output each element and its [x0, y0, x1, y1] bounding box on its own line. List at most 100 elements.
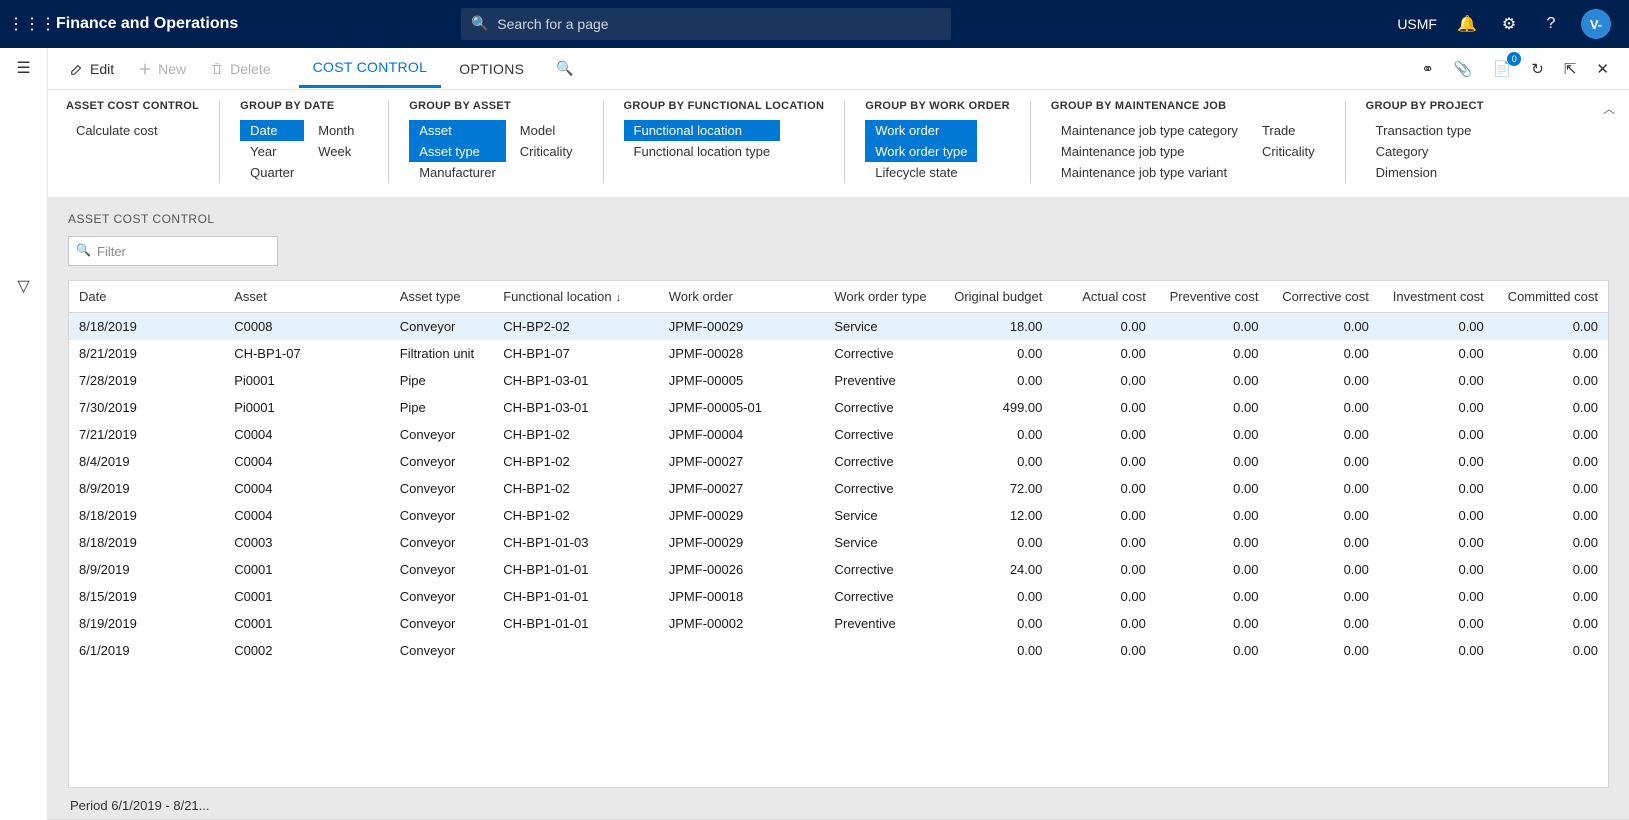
cell-actual: 0.00 — [1052, 475, 1155, 502]
group-mjtc-button[interactable]: Maintenance job type category — [1051, 120, 1248, 141]
cell-actual: 0.00 — [1052, 394, 1155, 421]
cell-committed: 0.00 — [1494, 421, 1608, 448]
col-preventive-cost[interactable]: Preventive cost — [1156, 281, 1269, 313]
group-criticality-mj-button[interactable]: Criticality — [1252, 141, 1325, 162]
cell-wo: JPMF-00029 — [659, 529, 825, 556]
cell-wo_type: Preventive — [824, 610, 940, 637]
waffle-icon[interactable]: ⋮⋮⋮ — [8, 14, 48, 34]
cell-corrective: 0.00 — [1268, 367, 1378, 394]
link-icon[interactable]: ⚭ — [1413, 54, 1442, 84]
group-date-button[interactable]: Date — [240, 120, 304, 141]
cell-corrective: 0.00 — [1268, 448, 1378, 475]
cell-investment: 0.00 — [1379, 367, 1494, 394]
table-row[interactable]: 8/9/2019C0001ConveyorCH-BP1-01-01JPMF-00… — [69, 556, 1608, 583]
col-actual-cost[interactable]: Actual cost — [1052, 281, 1155, 313]
group-year-button[interactable]: Year — [240, 141, 304, 162]
tab-options[interactable]: OPTIONS — [445, 51, 538, 87]
group-trade-button[interactable]: Trade — [1252, 120, 1325, 141]
gear-icon[interactable]: ⚙ — [1497, 14, 1521, 34]
table-row[interactable]: 6/1/2019C0002Conveyor0.000.000.000.000.0… — [69, 637, 1608, 664]
group-asset-type-button[interactable]: Asset type — [409, 141, 506, 162]
close-icon[interactable]: ✕ — [1588, 54, 1617, 84]
group-asset-button[interactable]: Asset — [409, 120, 506, 141]
cell-orig_budget: 0.00 — [940, 610, 1052, 637]
table-row[interactable]: 7/21/2019C0004ConveyorCH-BP1-02JPMF-0000… — [69, 421, 1608, 448]
cell-investment: 0.00 — [1379, 637, 1494, 664]
table-row[interactable]: 7/28/2019Pi0001PipeCH-BP1-03-01JPMF-0000… — [69, 367, 1608, 394]
cell-corrective: 0.00 — [1268, 394, 1378, 421]
hamburger-icon[interactable]: ☰ — [16, 58, 30, 78]
col-asset-type[interactable]: Asset type — [390, 281, 493, 313]
table-row[interactable]: 8/4/2019C0004ConveyorCH-BP1-02JPMF-00027… — [69, 448, 1608, 475]
table-row[interactable]: 8/19/2019C0001ConveyorCH-BP1-01-01JPMF-0… — [69, 610, 1608, 637]
cell-investment: 0.00 — [1379, 340, 1494, 367]
office-icon[interactable]: 📎 — [1446, 54, 1481, 84]
global-search-input[interactable] — [461, 8, 951, 40]
company-code[interactable]: USMF — [1397, 16, 1437, 32]
table-row[interactable]: 8/21/2019CH-BP1-07Filtration unitCH-BP1-… — [69, 340, 1608, 367]
table-row[interactable]: 8/18/2019C0004ConveyorCH-BP1-02JPMF-0002… — [69, 502, 1608, 529]
group-wo-button[interactable]: Work order — [865, 120, 977, 141]
group-by-maintenance-job: GROUP BY MAINTENANCE JOB Maintenance job… — [1030, 100, 1345, 183]
col-investment-cost[interactable]: Investment cost — [1379, 281, 1494, 313]
table-row[interactable]: 7/30/2019Pi0001PipeCH-BP1-03-01JPMF-0000… — [69, 394, 1608, 421]
cell-orig_budget: 72.00 — [940, 475, 1052, 502]
col-date[interactable]: Date — [69, 281, 224, 313]
group-fl-button[interactable]: Functional location — [624, 120, 781, 141]
group-week-button[interactable]: Week — [308, 141, 368, 162]
cell-corrective: 0.00 — [1268, 637, 1378, 664]
cell-date: 8/9/2019 — [69, 475, 224, 502]
group-mjtv-button[interactable]: Maintenance job type variant — [1051, 162, 1248, 183]
cell-date: 8/18/2019 — [69, 529, 224, 556]
cell-fl: CH-BP1-01-01 — [493, 583, 659, 610]
col-work-order[interactable]: Work order — [659, 281, 825, 313]
col-asset[interactable]: Asset — [224, 281, 390, 313]
table-row[interactable]: 8/18/2019C0003ConveyorCH-BP1-01-03JPMF-0… — [69, 529, 1608, 556]
calculate-cost-button[interactable]: Calculate cost — [66, 120, 168, 141]
cell-asset: Pi0001 — [224, 394, 390, 421]
col-committed-cost[interactable]: Committed cost — [1494, 281, 1608, 313]
grid-filter-input[interactable] — [68, 236, 278, 266]
group-mjt-button[interactable]: Maintenance job type — [1051, 141, 1248, 162]
cell-preventive: 0.00 — [1156, 448, 1269, 475]
group-manufacturer-button[interactable]: Manufacturer — [409, 162, 506, 183]
cell-date: 6/1/2019 — [69, 637, 224, 664]
cell-asset_type: Conveyor — [390, 448, 493, 475]
group-quarter-button[interactable]: Quarter — [240, 162, 304, 183]
group-wo-type-button[interactable]: Work order type — [865, 141, 977, 162]
cell-wo_type: Corrective — [824, 475, 940, 502]
table-row[interactable]: 8/15/2019C0001ConveyorCH-BP1-01-01JPMF-0… — [69, 583, 1608, 610]
group-lifecycle-button[interactable]: Lifecycle state — [865, 162, 977, 183]
table-row[interactable]: 8/9/2019C0004ConveyorCH-BP1-02JPMF-00027… — [69, 475, 1608, 502]
cell-investment: 0.00 — [1379, 394, 1494, 421]
group-transaction-type-button[interactable]: Transaction type — [1366, 120, 1482, 141]
group-month-button[interactable]: Month — [308, 120, 368, 141]
group-fl-type-button[interactable]: Functional location type — [624, 141, 781, 162]
edit-button[interactable]: Edit — [60, 55, 124, 83]
nav-rail: ☰ ▽ — [0, 48, 48, 820]
group-criticality-asset-button[interactable]: Criticality — [510, 141, 583, 162]
cell-investment: 0.00 — [1379, 313, 1494, 341]
group-category-button[interactable]: Category — [1366, 141, 1482, 162]
avatar[interactable]: V- — [1581, 9, 1611, 39]
help-icon[interactable]: ? — [1539, 15, 1563, 33]
chevron-up-icon[interactable]: ︿ — [1603, 100, 1615, 117]
col-original-budget[interactable]: Original budget — [940, 281, 1052, 313]
tab-cost-control[interactable]: COST CONTROL — [299, 49, 442, 88]
col-work-order-type[interactable]: Work order type — [824, 281, 940, 313]
cell-date: 7/28/2019 — [69, 367, 224, 394]
tab-search[interactable]: 🔍 — [542, 50, 588, 87]
cell-corrective: 0.00 — [1268, 529, 1378, 556]
cell-wo_type: Corrective — [824, 421, 940, 448]
funnel-icon[interactable]: ▽ — [17, 276, 29, 296]
attach-icon[interactable]: 📄0 — [1485, 54, 1520, 84]
refresh-icon[interactable]: ↻ — [1523, 54, 1552, 84]
bell-icon[interactable]: 🔔 — [1455, 14, 1479, 34]
col-functional-location[interactable]: Functional location↓ — [493, 281, 659, 313]
popout-icon[interactable]: ⇱ — [1556, 54, 1585, 84]
col-corrective-cost[interactable]: Corrective cost — [1268, 281, 1378, 313]
action-ribbon: ASSET COST CONTROL Calculate cost GROUP … — [48, 90, 1629, 198]
table-row[interactable]: 8/18/2019C0008ConveyorCH-BP2-02JPMF-0002… — [69, 313, 1608, 341]
group-model-button[interactable]: Model — [510, 120, 583, 141]
group-dimension-button[interactable]: Dimension — [1366, 162, 1482, 183]
